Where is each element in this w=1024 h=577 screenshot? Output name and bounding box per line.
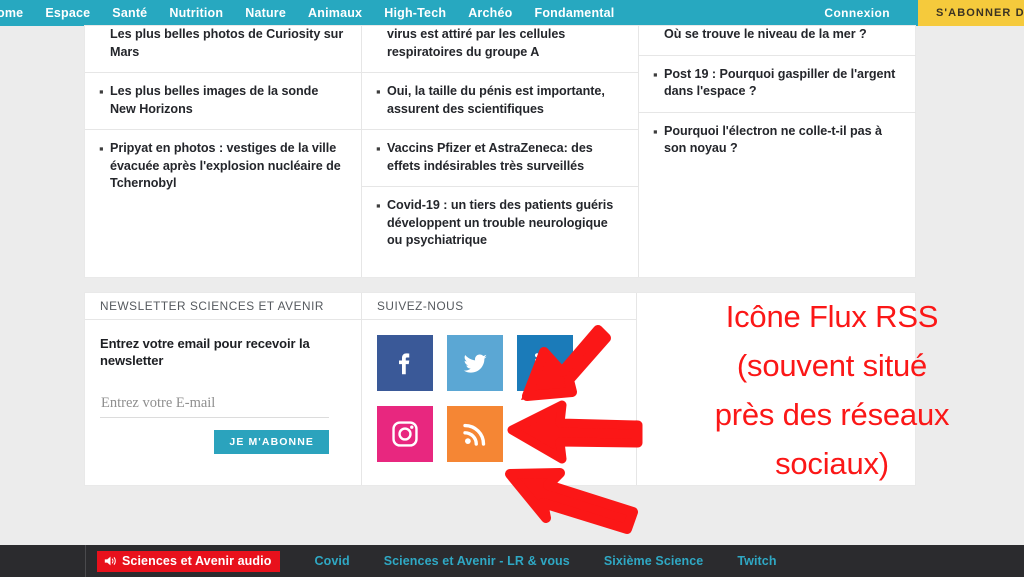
audio-badge-label: Sciences et Avenir audio	[122, 553, 272, 568]
newsletter-body: Entrez votre email pour recevoir la news…	[85, 320, 361, 454]
article-list-item[interactable]: Où se trouve le niveau de la mer ?	[639, 26, 916, 56]
nav-archeo[interactable]: Archéo	[457, 0, 523, 26]
article-list-item[interactable]: ▪ Covid-19 : un tiers des patients guéris…	[362, 187, 638, 261]
article-list-item[interactable]: ▪ Vaccins Pfizer et AstraZeneca: des effe…	[362, 130, 638, 187]
footer-divider	[85, 545, 86, 577]
topnav-right: Connexion S'ABONNER D	[796, 0, 1024, 26]
article-title: Les plus belles photos de Curiosity sur …	[110, 27, 344, 59]
footer-link[interactable]: Twitch	[737, 554, 776, 568]
column-sante: virus est attiré par les cellules respir…	[362, 26, 639, 277]
newsletter-social-card: NEWSLETTER SCIENCES ET AVENIR Entrez vot…	[85, 293, 915, 485]
nav-nature[interactable]: Nature	[234, 0, 297, 26]
column-fondamental: Où se trouve le niveau de la mer ? ▪ Post …	[639, 26, 916, 277]
top-navigation-bar: ome Espace Santé Nutrition Nature Animaux High…	[0, 0, 1024, 26]
social-header: SUIVEZ-NOUS	[362, 293, 636, 320]
article-title: Pourquoi l'électron ne colle-t-il pas à …	[664, 123, 882, 156]
twitter-icon[interactable]	[447, 335, 503, 391]
bullet-icon: ▪	[99, 141, 104, 156]
annotation-column	[637, 293, 915, 485]
newsletter-button-row: JE M'ABONNE	[100, 430, 329, 454]
bullet-icon: ▪	[376, 198, 381, 213]
article-title: virus est attiré par les cellules respir…	[387, 27, 566, 59]
nav-items: ome Espace Santé Nutrition Nature Animaux High…	[0, 0, 625, 26]
rss-icon[interactable]	[447, 406, 503, 462]
nav-espace[interactable]: Espace	[34, 0, 101, 26]
bullet-icon: ▪	[99, 84, 104, 99]
article-list-item[interactable]: ▪ Pripyat en photos : vestiges de la vill…	[85, 130, 361, 204]
bullet-icon	[99, 26, 110, 61]
newsletter-submit-button[interactable]: JE M'ABONNE	[214, 430, 329, 454]
footer-bar: Sciences et Avenir audio Covid Sciences e…	[0, 545, 1024, 577]
nav-high-tech[interactable]: High-Tech	[373, 0, 457, 26]
nav-animaux[interactable]: Animaux	[297, 0, 373, 26]
audio-badge[interactable]: Sciences et Avenir audio	[97, 550, 281, 572]
article-list-item[interactable]: ▪ Post 19 : Pourquoi gaspiller de l'argen…	[639, 56, 916, 113]
article-title: Covid-19 : un tiers des patients guéris …	[387, 198, 614, 247]
bullet-icon: ▪	[376, 141, 381, 156]
bullet-icon	[376, 26, 387, 61]
page-content: Les plus belles photos de Curiosity sur …	[85, 26, 916, 485]
bullet-icon: ▪	[653, 123, 658, 139]
login-link[interactable]: Connexion	[796, 0, 918, 26]
footer-links: Sciences et Avenir audio Covid Sciences e…	[97, 550, 777, 572]
footer-link[interactable]: Sixième Science	[604, 554, 703, 568]
newsletter-title: Entrez votre email pour recevoir la news…	[100, 336, 310, 368]
bullet-icon: ▪	[653, 66, 658, 82]
article-list-item[interactable]: virus est attiré par les cellules respir…	[362, 26, 638, 73]
article-list-item[interactable]: ▪ Pourquoi l'électron ne colle-t-il pas à…	[639, 113, 916, 169]
article-title: Post 19 : Pourquoi gaspiller de l'argent…	[664, 66, 896, 99]
column-espace: Les plus belles photos de Curiosity sur …	[85, 26, 362, 277]
footer-link[interactable]: Covid	[314, 554, 349, 568]
articles-card: Les plus belles photos de Curiosity sur …	[85, 26, 916, 277]
nav-sante[interactable]: Santé	[101, 0, 158, 26]
subscribe-button[interactable]: S'ABONNER D	[918, 0, 1024, 26]
article-title: Vaccins Pfizer et AstraZeneca: des effet…	[387, 141, 593, 173]
article-title: Les plus belles images de la sonde New H…	[110, 84, 319, 116]
article-title: Oui, la taille du pénis est importante, …	[387, 84, 605, 116]
footer-link[interactable]: Sciences et Avenir - LR & vous	[384, 554, 570, 568]
newsletter-section: NEWSLETTER SCIENCES ET AVENIR Entrez vot…	[85, 293, 362, 485]
nav-nutrition[interactable]: Nutrition	[158, 0, 234, 26]
nav-home[interactable]: ome	[0, 0, 34, 26]
instagram-icon[interactable]	[377, 406, 433, 462]
facebook-icon[interactable]	[377, 335, 433, 391]
social-icon-grid	[362, 320, 636, 462]
newsletter-header: NEWSLETTER SCIENCES ET AVENIR	[85, 293, 361, 320]
social-section: SUIVEZ-NOUS	[362, 293, 637, 485]
nav-fondamental[interactable]: Fondamental	[523, 0, 625, 26]
article-list-item[interactable]: ▪ Les plus belles images de la sonde New …	[85, 73, 361, 130]
article-title: Où se trouve le niveau de la mer ?	[664, 27, 867, 41]
speaker-icon	[104, 555, 117, 567]
article-title: Pripyat en photos : vestiges de la ville…	[110, 141, 341, 190]
bullet-icon	[653, 26, 664, 44]
linkedin-icon[interactable]	[517, 335, 573, 391]
article-list-item[interactable]: ▪ Oui, la taille du pénis est importante,…	[362, 73, 638, 130]
article-list-item[interactable]: Les plus belles photos de Curiosity sur …	[85, 26, 361, 73]
bullet-icon: ▪	[376, 84, 381, 99]
email-input[interactable]	[100, 392, 329, 418]
